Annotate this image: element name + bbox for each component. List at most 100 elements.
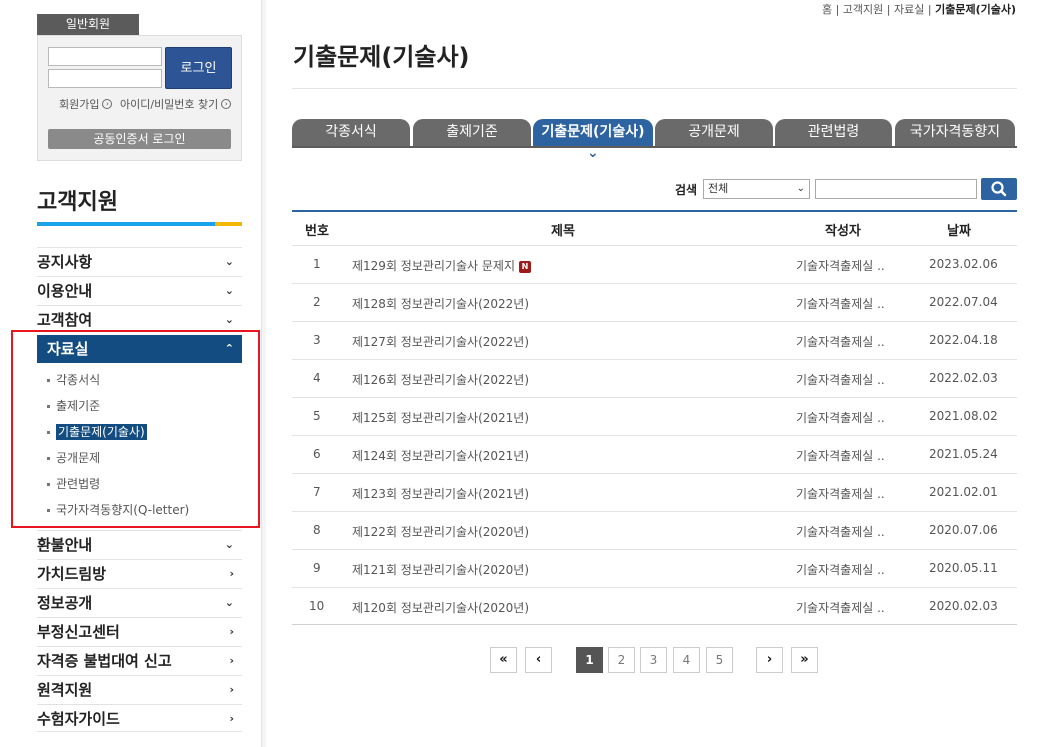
sidebar-item-label: 가치드림방	[37, 565, 107, 583]
last-page-button[interactable]: »	[791, 647, 818, 673]
first-page-button[interactable]: «	[490, 647, 517, 673]
breadcrumb-support[interactable]: 고객지원	[843, 3, 883, 16]
breadcrumb-separator: |	[886, 3, 891, 16]
row-title[interactable]: 제120회 정보관리기술사(2020년)	[352, 599, 529, 616]
search-scope-select[interactable]: 전체 ⌄	[703, 179, 810, 199]
sidebar-item-report-center[interactable]: 부정신고센터 ›	[37, 617, 242, 645]
member-type-tag: 일반회원	[37, 14, 139, 35]
sidebar-item-participation[interactable]: 고객참여 ⌄	[37, 305, 242, 333]
table-top-border	[292, 210, 1017, 212]
breadcrumb-home[interactable]: 홈	[822, 3, 832, 16]
search-input[interactable]	[815, 179, 977, 199]
header-divider	[292, 88, 1017, 89]
table-row[interactable]: 5 제125회 정보관리기술사(2021년) 기술자격출제실 .. 2021.0…	[292, 397, 1017, 435]
row-title[interactable]: 제124회 정보관리기술사(2021년)	[352, 447, 529, 464]
row-date: 2022.04.18	[929, 333, 998, 347]
sidebar-item-candidate-guide[interactable]: 수험자가이드 ›	[37, 704, 242, 732]
chevron-down-icon: ⌄	[796, 183, 805, 194]
tab-forms[interactable]: 각종서식	[292, 119, 410, 146]
chevron-right-icon: ›	[221, 99, 232, 109]
find-account-link[interactable]: 아이디/비밀번호 찾기 ›	[120, 96, 232, 112]
new-badge: N	[519, 260, 532, 273]
page-title: 기출문제(기술사)	[293, 43, 470, 71]
highlight-box	[11, 330, 260, 528]
tab-q-letter[interactable]: 국가자격동향지	[895, 119, 1015, 146]
row-date: 2020.02.03	[929, 599, 998, 613]
table-row[interactable]: 9 제121회 정보관리기술사(2020년) 기술자격출제실 .. 2020.0…	[292, 549, 1017, 587]
row-title[interactable]: 제129회 정보관리기술사 문제지 N	[352, 257, 532, 274]
row-no: 7	[313, 485, 321, 499]
chevron-down-icon: ⌄	[224, 596, 234, 609]
find-account-label: 아이디/비밀번호 찾기	[120, 98, 219, 111]
prev-page-button[interactable]: ‹	[525, 647, 552, 673]
page-4-button[interactable]: 4	[673, 647, 700, 673]
sidebar-item-guide[interactable]: 이용안내 ⌄	[37, 276, 242, 304]
password-input[interactable]	[48, 69, 162, 88]
next-page-button[interactable]: ›	[756, 647, 783, 673]
login-button[interactable]: 로그인	[165, 47, 232, 89]
row-date: 2023.02.06	[929, 257, 998, 271]
col-header-date: 날짜	[947, 224, 971, 239]
page-5-button[interactable]: 5	[706, 647, 733, 673]
table-row[interactable]: 6 제124회 정보관리기술사(2021년) 기술자격출제실 .. 2021.0…	[292, 435, 1017, 473]
tab-criteria[interactable]: 출제기준	[413, 119, 531, 146]
row-no: 6	[313, 447, 321, 461]
row-date: 2021.02.01	[929, 485, 998, 499]
table-row[interactable]: 7 제123회 정보관리기술사(2021년) 기술자격출제실 .. 2021.0…	[292, 473, 1017, 511]
row-title-text: 제129회 정보관리기술사 문제지	[352, 259, 516, 273]
row-title[interactable]: 제123회 정보관리기술사(2021년)	[352, 485, 529, 502]
table-row[interactable]: 8 제122회 정보관리기술사(2020년) 기술자격출제실 .. 2020.0…	[292, 511, 1017, 549]
row-author: 기술자격출제실 ..	[796, 601, 885, 615]
search-button[interactable]	[981, 178, 1017, 200]
sidebar-item-value-dream[interactable]: 가치드림방 ›	[37, 559, 242, 587]
tab-past-exams[interactable]: 기출문제(기술사)	[533, 119, 653, 146]
row-no: 2	[313, 295, 321, 309]
row-date: 2020.07.06	[929, 523, 998, 537]
sidebar-item-label: 이용안내	[37, 282, 93, 300]
breadcrumb-archive[interactable]: 자료실	[894, 3, 924, 16]
tab-underline	[292, 146, 1017, 148]
user-id-input[interactable]	[48, 47, 162, 66]
sidebar-item-notice[interactable]: 공지사항 ⌄	[37, 247, 242, 275]
row-author: 기술자격출제실 ..	[796, 373, 885, 387]
chevron-right-icon: ›	[229, 625, 234, 638]
join-link[interactable]: 회원가입 ›	[59, 96, 113, 112]
row-author: 기술자격출제실 ..	[796, 411, 885, 425]
page-1-button[interactable]: 1	[576, 647, 603, 673]
sidebar-item-label: 자격증 불법대여 신고	[37, 652, 172, 670]
row-title[interactable]: 제121회 정보관리기술사(2020년)	[352, 561, 529, 578]
page-2-button[interactable]: 2	[608, 647, 635, 673]
col-header-author: 작성자	[825, 224, 861, 239]
sidebar-item-label: 수험자가이드	[37, 710, 120, 728]
table-row[interactable]: 3 제127회 정보관리기술사(2022년) 기술자격출제실 .. 2022.0…	[292, 321, 1017, 359]
certificate-login-button[interactable]: 공동인증서 로그인	[48, 129, 231, 149]
table-row[interactable]: 4 제126회 정보관리기술사(2022년) 기술자격출제실 .. 2022.0…	[292, 359, 1017, 397]
page-3-button[interactable]: 3	[640, 647, 667, 673]
row-no: 9	[313, 561, 321, 575]
table-row[interactable]: 2 제128회 정보관리기술사(2022년) 기술자격출제실 .. 2022.0…	[292, 283, 1017, 321]
row-author: 기술자격출제실 ..	[796, 487, 885, 501]
sidebar-item-refund[interactable]: 환불안내 ⌄	[37, 530, 242, 558]
breadcrumb-separator: |	[835, 3, 840, 16]
tab-public-exams[interactable]: 공개문제	[655, 119, 773, 146]
chevron-down-icon: ⌄	[587, 145, 599, 161]
row-author: 기술자격출제실 ..	[796, 297, 885, 311]
sidebar-item-remote-support[interactable]: 원격지원 ›	[37, 675, 242, 703]
row-title[interactable]: 제128회 정보관리기술사(2022년)	[352, 295, 529, 312]
row-title[interactable]: 제122회 정보관리기술사(2020년)	[352, 523, 529, 540]
search-icon	[991, 181, 1007, 197]
table-row[interactable]: 1 제129회 정보관리기술사 문제지 N 기술자격출제실 .. 2023.02.…	[292, 245, 1017, 283]
tab-laws[interactable]: 관련법령	[775, 119, 892, 146]
row-title[interactable]: 제125회 정보관리기술사(2021년)	[352, 409, 529, 426]
table-row[interactable]: 10 제120회 정보관리기술사(2020년) 기술자격출제실 .. 2020.…	[292, 587, 1017, 625]
sidebar-item-illegal-lending[interactable]: 자격증 불법대여 신고 ›	[37, 646, 242, 674]
row-author: 기술자격출제실 ..	[796, 449, 885, 463]
chevron-right-icon: ›	[229, 567, 234, 580]
row-title[interactable]: 제126회 정보관리기술사(2022년)	[352, 371, 529, 388]
sidebar-item-disclosure[interactable]: 정보공개 ⌄	[37, 588, 242, 616]
row-title[interactable]: 제127회 정보관리기술사(2022년)	[352, 333, 529, 350]
search-label: 검색	[675, 183, 698, 197]
login-box: 로그인 회원가입 › 아이디/비밀번호 찾기 › 공동인증서 로그인	[37, 35, 242, 161]
breadcrumb-separator: |	[927, 3, 932, 16]
row-no: 4	[313, 371, 321, 385]
